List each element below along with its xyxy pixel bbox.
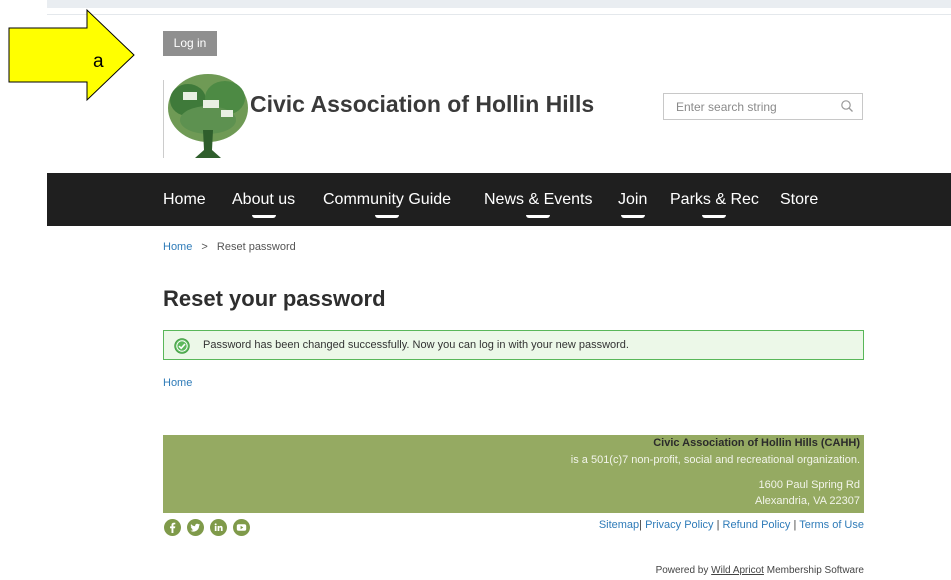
home-link[interactable]: Home [163,377,192,389]
footer-links: Sitemap| Privacy Policy | Refund Policy … [599,519,864,531]
footer-org-description: is a 501(c)7 non-profit, social and recr… [570,454,860,466]
callout-arrow: a [0,8,140,102]
powered-by-prefix: Powered by [655,565,709,576]
breadcrumb-home-link[interactable]: Home [163,241,192,253]
nav-item-label: News & Events [484,191,593,208]
page-title: Reset your password [163,286,386,311]
nav-item-label: Parks & Rec [670,191,759,208]
main-nav: Home About us Community Guide News & Eve… [47,173,951,226]
login-button[interactable]: Log in [163,31,217,56]
nav-item-parks-rec[interactable]: Parks & Rec [670,173,759,226]
wild-apricot-link[interactable]: Wild Apricot [711,565,764,576]
powered-by: Powered by Wild Apricot Membership Softw… [656,565,864,576]
sitemap-link[interactable]: Sitemap [599,519,639,531]
arrow-right-icon [8,8,135,102]
site-logo[interactable] [163,70,253,162]
top-bar [47,0,951,8]
top-divider [47,14,951,15]
dropdown-indicator [526,215,551,218]
success-text: Password has been changed successfully. … [203,339,629,351]
nav-item-store[interactable]: Store [780,173,818,226]
nav-item-label: Join [618,191,648,208]
footer-address-line1: 1600 Paul Spring Rd [758,479,860,491]
dropdown-indicator [620,215,645,218]
dropdown-indicator [702,215,727,218]
nav-item-label: Store [780,191,819,208]
check-circle-icon [174,338,190,354]
breadcrumb: Home > Reset password [163,241,296,253]
nav-item-news-events[interactable]: News & Events [484,173,592,226]
footer-info-box: Civic Association of Hollin Hills (CAHH)… [163,435,864,513]
callout-label: a [93,51,104,72]
nav-item-home[interactable]: Home [163,173,206,226]
nav-item-label: About us [232,191,296,208]
dropdown-indicator [251,215,276,218]
nav-item-label: Home [163,191,206,208]
breadcrumb-separator: > [201,241,208,253]
terms-of-use-link[interactable]: Terms of Use [799,519,864,531]
footer-org-name: Civic Association of Hollin Hills (CAHH) [653,437,860,449]
search-input[interactable] [664,94,834,119]
dropdown-indicator [375,215,400,218]
search-box [663,93,863,120]
youtube-icon[interactable] [233,519,250,536]
search-icon[interactable] [840,99,854,113]
twitter-icon[interactable] [187,519,204,536]
nav-item-label: Community Guide [323,191,452,208]
tree-logo-icon [168,74,248,158]
nav-item-community-guide[interactable]: Community Guide [323,173,451,226]
breadcrumb-current: Reset password [216,241,296,253]
footer-link-separator: | [716,519,720,531]
footer-link-separator: | [793,519,797,531]
facebook-icon[interactable] [164,519,181,536]
nav-item-join[interactable]: Join [618,173,647,226]
powered-by-suffix: Membership Software [766,565,864,576]
footer-link-separator: | [639,519,643,531]
linkedin-icon[interactable] [210,519,227,536]
footer-address-line2: Alexandria, VA 22307 [755,495,860,507]
site-title[interactable]: Civic Association of Hollin Hills [250,91,594,118]
refund-policy-link[interactable]: Refund Policy [723,519,791,531]
privacy-policy-link[interactable]: Privacy Policy [645,519,713,531]
nav-item-about-us[interactable]: About us [232,173,295,226]
success-message: Password has been changed successfully. … [163,330,864,360]
